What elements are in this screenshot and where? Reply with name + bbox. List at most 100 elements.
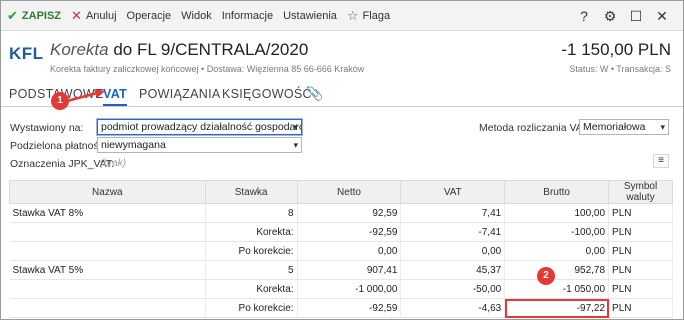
cell-currency: PLN xyxy=(608,241,673,261)
cell-currency: PLN xyxy=(608,203,673,223)
vat-method-select[interactable]: Memoriałowa ▾ xyxy=(579,119,669,135)
issued-by-label: Wystawiony na: xyxy=(10,122,84,134)
cell-net: 907,41 xyxy=(297,260,402,280)
vat-table: Nazwa Stawka Netto VAT Brutto Symbol wal… xyxy=(9,180,673,318)
document-subtitle: Korekta faktury zaliczkowej końcowej • D… xyxy=(50,64,365,74)
menu-info[interactable]: Informacje xyxy=(222,10,273,22)
cell-net: 92,59 xyxy=(297,203,402,223)
jpk-value[interactable]: (brak) xyxy=(100,158,126,169)
vat-method-value: Memoriałowa xyxy=(583,121,646,133)
issued-by-value: podmiot prowadzący działalność gospodarc… xyxy=(101,121,302,133)
cell-rate: Po korekcie: xyxy=(205,241,298,261)
cell-gross: -100,00 xyxy=(504,222,610,242)
col-header-net[interactable]: Netto xyxy=(296,180,402,204)
jpk-menu-button[interactable]: ≡ xyxy=(653,154,669,168)
document-type-logo: KFL xyxy=(9,44,44,63)
tab-accounting[interactable]: KSIĘGOWOŚĆ xyxy=(222,87,312,101)
table-row[interactable]: Stawka VAT 5% 5 907,41 45,37 952,78 PLN xyxy=(9,260,673,280)
close-icon[interactable]: ✕ xyxy=(649,8,675,25)
col-header-gross[interactable]: Brutto xyxy=(504,180,610,204)
maximize-icon[interactable]: ☐ xyxy=(623,8,649,25)
cell-vat: -7,41 xyxy=(400,222,506,242)
document-status: Status: W • Transakcja: S xyxy=(569,64,671,74)
cell-currency: PLN xyxy=(608,260,673,280)
cell-name: Stawka VAT 8% xyxy=(9,203,206,223)
window-controls: ? ⚙ ☐ ✕ xyxy=(571,1,675,31)
jpk-label: Oznaczenia JPK_VAT: xyxy=(10,158,115,170)
document-title: Korekta do FL 9/CENTRALA/2020 xyxy=(50,40,308,60)
cell-net: -1 000,00 xyxy=(297,279,402,299)
tab-relations[interactable]: POWIĄZANIA xyxy=(139,87,220,101)
toolbar: ✔ ZAPISZ ✕ Anuluj Operacje Widok Informa… xyxy=(1,1,683,31)
window: ✔ ZAPISZ ✕ Anuluj Operacje Widok Informa… xyxy=(0,0,684,320)
cell-net: 0,00 xyxy=(297,241,402,261)
cell-name xyxy=(9,298,206,318)
flag-button[interactable]: ☆ Flaga xyxy=(347,9,390,22)
chevron-down-icon: ▾ xyxy=(293,140,298,150)
cell-rate: Korekta: xyxy=(205,222,298,242)
cell-rate: 8 xyxy=(205,203,298,223)
gear-icon[interactable]: ⚙ xyxy=(597,8,623,25)
cell-gross: 952,78 xyxy=(504,260,610,280)
cell-gross-highlighted: -97,22 xyxy=(504,298,610,318)
cell-name: Stawka VAT 5% xyxy=(9,260,206,280)
cell-currency: PLN xyxy=(608,279,673,299)
cell-vat: 0,00 xyxy=(400,241,506,261)
cell-rate: Po korekcie: xyxy=(205,298,298,318)
cancel-button[interactable]: ✕ Anuluj xyxy=(71,9,116,22)
cell-gross: 0,00 xyxy=(504,241,610,261)
document-kind: Korekta xyxy=(50,40,109,59)
col-header-rate[interactable]: Stawka xyxy=(204,180,298,204)
chevron-down-icon: ▾ xyxy=(293,122,298,132)
cell-name xyxy=(9,222,206,242)
cell-currency: PLN xyxy=(608,222,673,242)
save-button[interactable]: ✔ ZAPISZ xyxy=(7,9,61,22)
col-header-name[interactable]: Nazwa xyxy=(9,180,206,204)
split-payment-value: niewymagana xyxy=(101,139,166,151)
menu-settings[interactable]: Ustawienia xyxy=(283,10,337,22)
cell-name xyxy=(9,279,206,299)
cancel-label: Anuluj xyxy=(85,9,117,22)
save-label: ZAPISZ xyxy=(21,9,62,22)
help-icon[interactable]: ? xyxy=(571,8,597,24)
col-header-vat[interactable]: VAT xyxy=(400,180,506,204)
menu-view[interactable]: Widok xyxy=(181,10,212,22)
check-icon: ✔ xyxy=(7,8,18,23)
split-payment-label: Podzielona płatność: xyxy=(10,140,107,152)
flag-label: Flaga xyxy=(362,9,391,22)
chevron-down-icon: ▾ xyxy=(660,122,665,132)
document-number: do FL 9/CENTRALA/2020 xyxy=(113,40,309,59)
issued-by-select[interactable]: podmiot prowadzący działalność gospodarc… xyxy=(97,119,302,135)
settings-label: Ustawienia xyxy=(283,9,337,22)
menu-operations[interactable]: Operacje xyxy=(127,10,172,22)
cell-rate: Korekta: xyxy=(205,279,298,299)
document-amount: -1 150,00 PLN xyxy=(561,40,671,59)
cell-vat: -4,63 xyxy=(400,298,506,318)
attachment-icon[interactable]: 📎 xyxy=(307,86,323,102)
table-row[interactable]: Korekta: -1 000,00 -50,00 -1 050,00 PLN xyxy=(9,279,673,299)
close-x-icon: ✕ xyxy=(71,8,82,23)
cell-net: -92,59 xyxy=(297,298,402,318)
star-icon: ☆ xyxy=(346,8,359,23)
operations-label: Operacje xyxy=(126,9,172,22)
table-row[interactable]: Po korekcie: -92,59 -4,63 -97,22 PLN xyxy=(9,298,673,318)
split-payment-select[interactable]: niewymagana ▾ xyxy=(97,137,302,153)
view-label: Widok xyxy=(181,9,212,22)
cell-currency: PLN xyxy=(608,298,673,318)
info-label: Informacje xyxy=(221,9,274,22)
cell-gross: 100,00 xyxy=(504,203,610,223)
table-header-row: Nazwa Stawka Netto VAT Brutto Symbol wal… xyxy=(9,180,673,204)
table-row[interactable]: Po korekcie: 0,00 0,00 0,00 PLN xyxy=(9,241,673,261)
table-row[interactable]: Korekta: -92,59 -7,41 -100,00 PLN xyxy=(9,222,673,242)
vat-method-label: Metoda rozliczania VAT: xyxy=(479,122,591,134)
cell-gross: -1 050,00 xyxy=(504,279,610,299)
col-header-currency[interactable]: Symbol waluty xyxy=(608,180,673,204)
cell-vat: -50,00 xyxy=(400,279,506,299)
table-row[interactable]: Stawka VAT 8% 8 92,59 7,41 100,00 PLN xyxy=(9,203,673,223)
annotation-marker-2: 2 xyxy=(537,267,555,285)
document-header: KFL Korekta do FL 9/CENTRALA/2020 Korekt… xyxy=(1,32,683,82)
annotation-arrow xyxy=(66,89,105,103)
cell-rate: 5 xyxy=(205,260,298,280)
cell-vat: 7,41 xyxy=(400,203,506,223)
cell-name xyxy=(9,241,206,261)
